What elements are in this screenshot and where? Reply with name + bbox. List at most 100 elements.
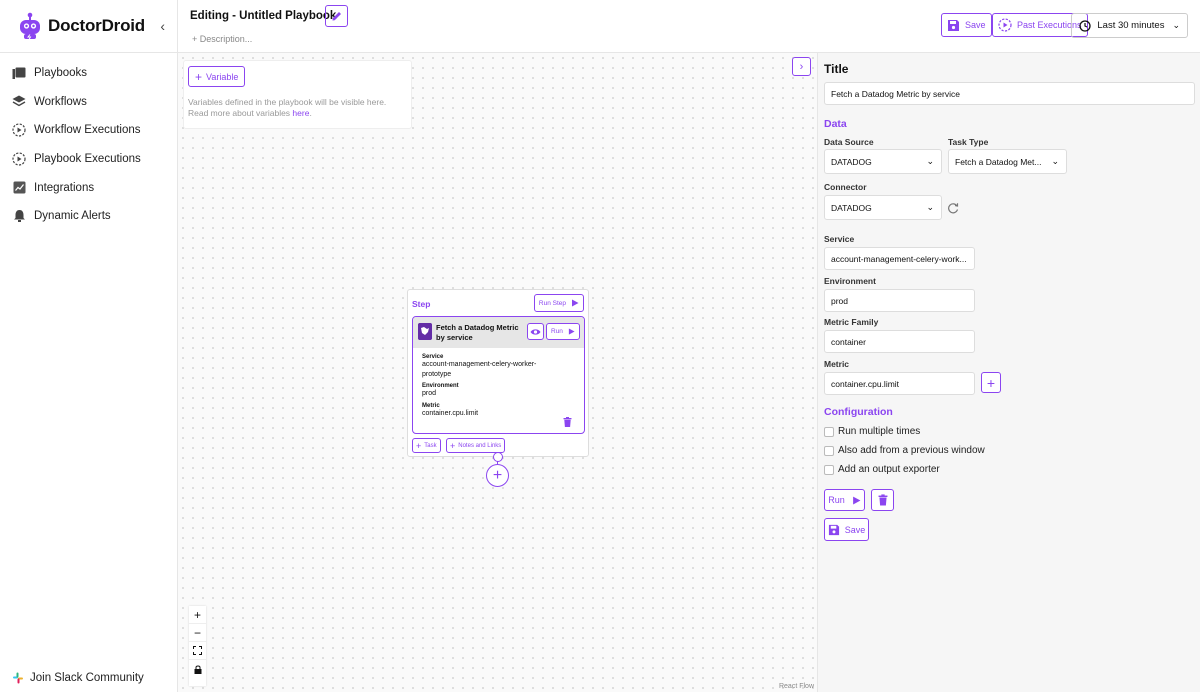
data-source-select[interactable]: DATADOG ⌄ — [824, 149, 942, 174]
data-source-label: Data Source — [824, 137, 874, 147]
add-variable-button[interactable]: + Variable — [188, 66, 246, 87]
checkbox-label: Also add from a previous window — [838, 445, 985, 456]
fit-view-button[interactable] — [189, 642, 206, 660]
delete-task-icon[interactable] — [563, 417, 572, 427]
field-value: container.cpu.limit — [422, 409, 479, 417]
play-circle-icon — [12, 123, 26, 138]
output-exporter-checkbox[interactable]: Add an output exporter — [824, 464, 940, 475]
variables-help-link[interactable]: here — [292, 108, 309, 118]
previous-window-checkbox[interactable]: Also add from a previous window — [824, 445, 985, 456]
add-notes-button[interactable]: + Notes and Links — [446, 438, 506, 453]
sidebar-item-label: Workflow Executions — [34, 124, 141, 137]
sidebar-item-integrations[interactable]: Integrations — [0, 173, 177, 202]
time-range-value: Last 30 minutes — [1097, 20, 1165, 31]
step-node[interactable]: Step Run Step Fetch a Datadog Metric by … — [407, 289, 589, 457]
service-label: Service — [824, 234, 855, 244]
service-input[interactable]: account-management-celery-work... — [824, 247, 975, 270]
sidebar-item-playbook-executions[interactable]: Playbook Executions — [0, 145, 177, 174]
task-type-select[interactable]: Fetch a Datadog Met... ⌄ — [948, 149, 1067, 174]
add-task-label: Task — [424, 442, 437, 449]
run-task-label: Run — [551, 328, 563, 335]
data-section-heading: Data — [824, 118, 847, 130]
checkbox-box[interactable] — [824, 426, 834, 437]
collapse-sidebar-icon[interactable]: ‹ — [160, 18, 165, 34]
sidebar-item-label: Integrations — [34, 181, 95, 194]
playbook-canvas[interactable]: + Variable Variables defined in the play… — [178, 53, 817, 692]
page-title: Editing - Untitled Playbook — [190, 10, 337, 22]
sidebar: DoctorDroid ‹ Playbooks Workflows Workfl… — [0, 0, 178, 692]
chevron-down-icon: ⌄ — [1051, 156, 1059, 166]
chart-icon — [12, 181, 26, 195]
save-button[interactable]: Save — [941, 13, 992, 37]
field-value: prod — [422, 390, 437, 397]
book-icon — [12, 66, 26, 80]
toggle-panel-button[interactable]: › — [792, 57, 811, 76]
sidebar-item-dynamic-alerts[interactable]: Dynamic Alerts — [0, 202, 177, 231]
brand-row: DoctorDroid ‹ — [0, 0, 177, 53]
refresh-icon[interactable] — [947, 202, 959, 214]
react-flow-attribution[interactable]: React Flow — [779, 683, 814, 690]
zoom-in-button[interactable]: + — [189, 606, 206, 624]
plus-icon: + — [986, 374, 996, 391]
variables-help-body: Variables defined in the playbook will b… — [188, 97, 387, 118]
pencil-icon — [332, 12, 341, 21]
panel-save-label: Save — [844, 524, 866, 535]
run-step-label: Run Step — [538, 299, 566, 307]
sidebar-item-workflows[interactable]: Workflows — [0, 88, 177, 117]
clock-icon — [1079, 19, 1092, 32]
task-header: Fetch a Datadog Metric by service Run — [413, 317, 584, 348]
metric-input[interactable]: container.cpu.limit — [824, 372, 975, 395]
save-label: Save — [965, 20, 986, 30]
sidebar-item-playbooks[interactable]: Playbooks — [0, 59, 177, 88]
title-input[interactable]: Fetch a Datadog Metric by service — [824, 82, 1195, 105]
metric-family-input[interactable]: container — [824, 330, 975, 353]
connector-label: Connector — [824, 182, 867, 192]
join-slack-link[interactable]: Join Slack Community — [12, 672, 144, 684]
environment-input[interactable]: prod — [824, 289, 975, 312]
chevron-down-icon: ⌄ — [1172, 20, 1180, 30]
sidebar-item-label: Playbooks — [34, 67, 88, 80]
play-icon — [852, 496, 861, 504]
add-metric-button[interactable]: + — [981, 372, 1001, 393]
step-connection-handle[interactable] — [493, 452, 503, 462]
checkbox-label: Run multiple times — [838, 426, 921, 437]
doctordroid-logo-icon — [20, 12, 40, 40]
data-source-value: DATADOG — [831, 156, 872, 167]
run-task-button[interactable]: Run — [546, 323, 580, 340]
eye-icon — [530, 328, 541, 335]
zoom-controls: + − — [189, 606, 206, 686]
header: Editing - Untitled Playbook + Descriptio… — [178, 0, 1200, 53]
connector-select[interactable]: DATADOG ⌄ — [824, 195, 942, 220]
field-value: account-management-celery-worker-prototy… — [422, 361, 537, 378]
lock-button[interactable] — [189, 660, 206, 678]
panel-save-button[interactable]: Save — [824, 518, 869, 541]
save-icon — [828, 524, 839, 535]
delete-button[interactable] — [871, 489, 894, 511]
view-task-button[interactable] — [527, 323, 544, 340]
add-step-button[interactable]: + — [486, 464, 509, 487]
checkbox-label: Add an output exporter — [838, 464, 940, 475]
variables-help-end: . — [309, 108, 312, 118]
run-multiple-times-checkbox[interactable]: Run multiple times — [824, 426, 920, 437]
layers-icon — [12, 95, 26, 109]
time-range-select[interactable]: Last 30 minutes ⌄ — [1071, 13, 1188, 38]
variables-panel: + Variable Variables defined in the play… — [183, 60, 412, 129]
play-circle-icon — [12, 152, 26, 166]
run-step-button[interactable]: Run Step — [533, 294, 584, 312]
zoom-out-button[interactable]: − — [189, 624, 206, 642]
title-label: Title — [824, 62, 849, 76]
sidebar-item-workflow-executions[interactable]: Workflow Executions — [0, 116, 177, 145]
description-input[interactable]: + Description... — [192, 34, 252, 44]
checkbox-box[interactable] — [824, 445, 834, 456]
edit-title-button[interactable] — [325, 5, 348, 27]
slack-icon — [13, 672, 23, 684]
run-button[interactable]: Run — [824, 489, 865, 511]
metric-family-label: Metric Family — [824, 317, 879, 327]
task-card[interactable]: Fetch a Datadog Metric by service Run Se… — [412, 316, 585, 434]
task-title: Fetch a Datadog Metric by service — [436, 323, 519, 342]
task-editor-panel: Title Fetch a Datadog Metric by service … — [817, 53, 1200, 692]
configuration-section-heading: Configuration — [824, 406, 893, 418]
checkbox-box[interactable] — [824, 464, 834, 475]
plus-icon: + — [416, 440, 422, 451]
add-task-button[interactable]: + Task — [412, 438, 441, 453]
